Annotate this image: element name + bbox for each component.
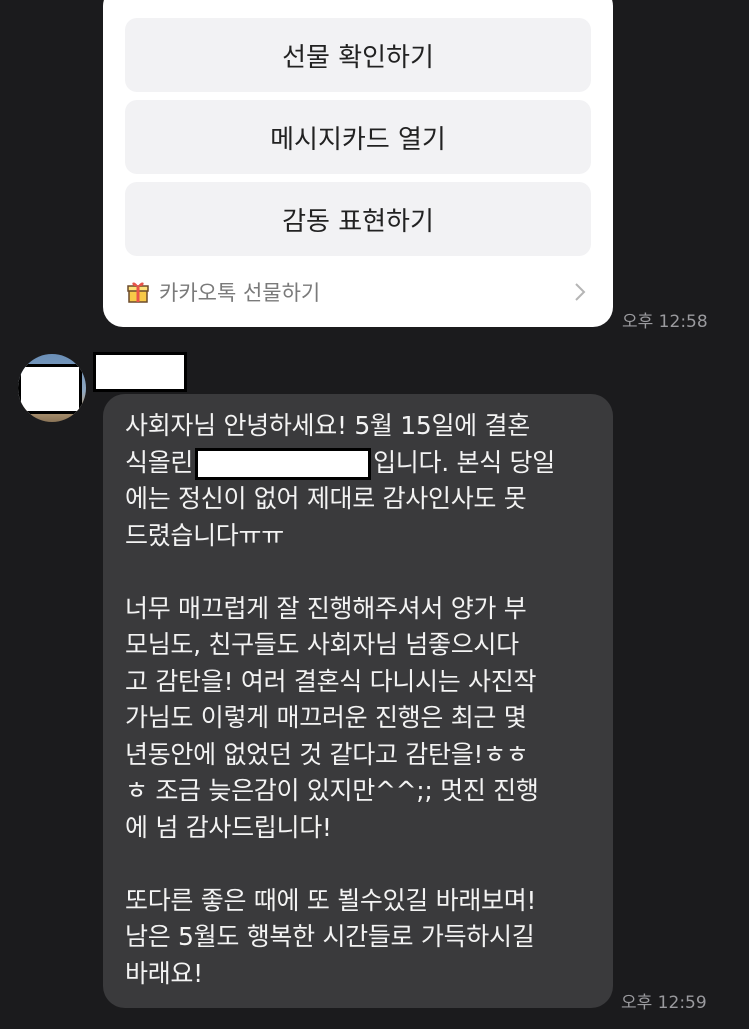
message-line: 드렸습니다ㅠㅠ [125,520,284,550]
message-line: 바래요! [125,958,203,988]
message-line: 년동안에 없었던 것 같다고 감탄을!ㅎㅎ [125,739,529,769]
kakao-gift-label: 카카오톡 선물하기 [159,281,321,305]
gift-box-icon [125,279,151,305]
check-gift-button[interactable]: 선물 확인하기 [125,18,591,92]
avatar[interactable] [18,354,86,422]
message-line: 가님도 이렇게 매끄러운 진행은 최근 몇 [125,703,527,732]
message-line: 에 넘 감사드립니다! [125,812,332,842]
name-redaction [195,447,372,480]
message-line: 사회자님 안녕하세요! 5월 15일에 결혼 [125,411,530,440]
message-line: 또다른 좋은 때에 또 뵐수있길 바래보며! [125,885,537,915]
gift-card: 선물 확인하기 메시지카드 열기 감동 표현하기 카카오톡 선물하기 [103,0,613,327]
kakao-gift-link[interactable]: 카카오톡 선물하기 [125,272,591,312]
message-text: 입니다. 본식 당일 [373,447,555,477]
message-line: 모님도, 친구들도 사회자님 넘좋으시다 [125,630,519,659]
sender-name-redaction [93,352,187,392]
message-line: 에는 정신이 없어 제대로 감사인사도 못 [125,484,527,513]
message-line: ㅎ 조금 늦은감이 있지만^^;; 멋진 진행 [125,776,539,805]
message-timestamp: 오후 12:59 [621,993,707,1013]
message-line: 너무 매끄럽게 잘 진행해주셔서 양가 부 [125,593,527,623]
message-line: 고 감탄을! 여러 결혼식 다니시는 사진작 [125,666,537,696]
chevron-right-icon [569,281,591,303]
gift-timestamp: 오후 12:58 [622,312,708,332]
avatar-redaction [18,364,82,414]
open-message-card-button[interactable]: 메시지카드 열기 [125,100,591,174]
message-bubble[interactable]: 사회자님 안녕하세요! 5월 15일에 결혼 식올린 입니다. 본식 당일 에는 … [103,394,613,1008]
message-text: 식올린 [125,447,194,477]
message-line: 식올린 입니다. 본식 당일 [125,445,593,482]
message-line: 남은 5월도 행복한 시간들로 가득하시길 [125,922,535,951]
express-thanks-button[interactable]: 감동 표현하기 [125,182,591,256]
